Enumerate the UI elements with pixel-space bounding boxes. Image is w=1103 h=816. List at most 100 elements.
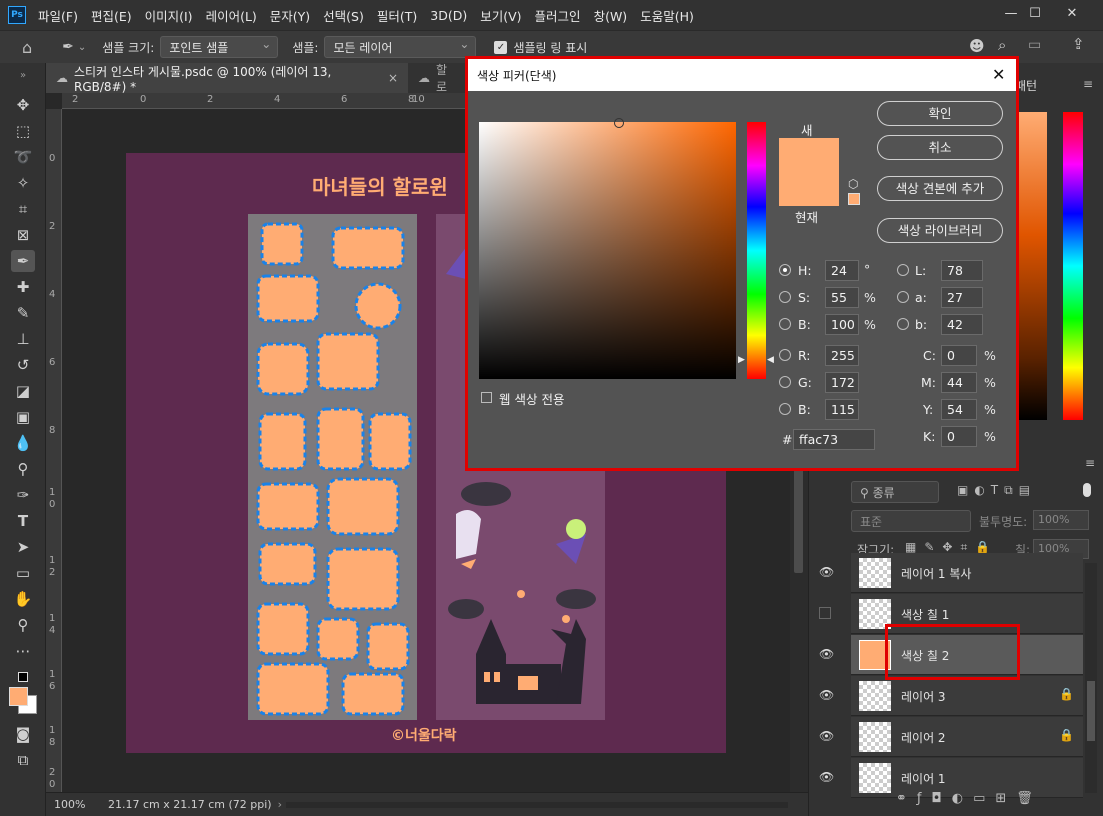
hand-tool-icon[interactable]: ✋	[11, 588, 35, 610]
menu-file[interactable]: 파일(F)	[38, 6, 78, 25]
magic-wand-tool-icon[interactable]: ✧	[11, 172, 35, 194]
brush-tool-icon[interactable]: ✎	[11, 302, 35, 324]
scroll-thumb[interactable]	[1087, 681, 1095, 741]
tab-document-active[interactable]: ☁ 스티커 인스타 게시물.psdc @ 100% (레이어 13, RGB/8…	[46, 63, 408, 94]
opacity-label: 불투명도:	[979, 515, 1028, 529]
visibility-toggle-empty[interactable]	[819, 607, 831, 619]
menu-type[interactable]: 문자(Y)	[270, 6, 310, 25]
minimize-icon[interactable]: —	[1001, 4, 1021, 24]
visibility-eye-icon[interactable]: 👁	[819, 729, 835, 743]
type-tool-icon[interactable]: T	[11, 510, 35, 532]
lock-icon: 🔒	[1059, 728, 1074, 742]
foreground-color-swatch[interactable]	[9, 687, 28, 706]
stamp-tool-icon[interactable]: ⊥	[11, 328, 35, 350]
sample-size-label: 샘플 크기:	[102, 40, 155, 55]
panel-menu-icon[interactable]: ≡	[1085, 456, 1095, 470]
vertical-ruler: 0 2 4 6 8 1 0 1 2 1 4 1 6 1 8 2 0	[46, 109, 62, 792]
color-panel-spectrum[interactable]	[1019, 112, 1047, 420]
layers-scrollbar[interactable]	[1085, 563, 1097, 793]
chevron-down-icon[interactable]: ⌄	[78, 42, 86, 53]
visibility-eye-icon[interactable]: 👁	[819, 565, 835, 579]
search-icon[interactable]: ⌕	[998, 36, 1006, 54]
rectangle-tool-icon[interactable]: ▭	[11, 562, 35, 584]
healing-brush-tool-icon[interactable]: ✚	[11, 276, 35, 298]
quick-mask-icon[interactable]: ◙	[11, 723, 35, 745]
history-brush-tool-icon[interactable]: ↺	[11, 354, 35, 376]
eyedropper-tool-icon[interactable]: ✒	[62, 39, 74, 55]
menu-image[interactable]: 이미지(I)	[145, 6, 193, 25]
collapse-icon[interactable]: »	[11, 65, 35, 87]
layer-thumbnail	[859, 558, 891, 588]
ruler-tick-label: 8	[49, 737, 56, 748]
filter-toggle-icon[interactable]	[1083, 483, 1091, 497]
pen-tool-icon[interactable]: ✑	[11, 484, 35, 506]
screen-mode-icon[interactable]: ⧉	[11, 749, 35, 771]
cloud-icon: ☁	[56, 71, 68, 85]
visibility-eye-icon[interactable]: 👁	[819, 647, 835, 661]
menu-view[interactable]: 보기(V)	[480, 6, 521, 25]
menu-window[interactable]: 창(W)	[594, 6, 628, 25]
show-ring-checkbox[interactable]: ✓	[494, 40, 508, 54]
zoom-tool-icon[interactable]: ⚲	[11, 614, 35, 636]
menu-layer[interactable]: 레이어(L)	[206, 6, 257, 25]
user-icon[interactable]: ☻	[969, 37, 985, 55]
ruler-tick-label: 1	[49, 487, 56, 498]
menu-edit[interactable]: 편집(E)	[91, 6, 132, 25]
ruler-tick-label: 4	[49, 289, 56, 300]
zoom-level[interactable]: 100%	[54, 798, 94, 811]
lasso-tool-icon[interactable]: ➰	[11, 146, 35, 168]
chevron-right-icon[interactable]: ›	[278, 798, 282, 811]
blend-mode-dropdown[interactable]: 표준	[851, 510, 971, 532]
path-selection-tool-icon[interactable]: ➤	[11, 536, 35, 558]
menu-select[interactable]: 선택(S)	[323, 6, 364, 25]
layer-row[interactable]: 👁 레이어 3 🔒	[819, 676, 1083, 716]
panel-menu-icon[interactable]: ≡	[1083, 77, 1093, 91]
menu-3d[interactable]: 3D(D)	[430, 8, 467, 23]
menu-filter[interactable]: 필터(T)	[377, 6, 417, 25]
ruler-tick-label: 2	[49, 767, 56, 778]
move-tool-icon[interactable]: ✥	[11, 94, 35, 116]
close-icon[interactable]: ✕	[1062, 4, 1082, 24]
layer-row[interactable]: 👁 레이어 2 🔒	[819, 717, 1083, 757]
sample-dropdown[interactable]: 모든 레이어	[324, 36, 477, 58]
workspace-icon[interactable]: ▭	[1028, 37, 1041, 53]
watermark: ©너울다락	[391, 728, 457, 744]
ruler-tick-label: 1	[49, 669, 56, 680]
layer-row[interactable]: 👁 레이어 1 복사	[819, 553, 1083, 593]
layer-actions-bar[interactable]: ⚭ƒ◘◐▭⊞🗑	[896, 791, 1043, 806]
frame-tool-icon[interactable]: ⊠	[11, 224, 35, 246]
color-panel-hue-bar[interactable]	[1063, 112, 1083, 420]
dodge-tool-icon[interactable]: ⚲	[11, 458, 35, 480]
layer-filter-dropdown[interactable]: ⚲ 종류	[851, 481, 939, 503]
share-icon[interactable]: ⇪	[1072, 35, 1085, 53]
eyedropper-tool-icon[interactable]: ✒	[11, 250, 35, 272]
sample-size-dropdown[interactable]: 포인트 샘플	[160, 36, 279, 58]
ruler-tick-label: 0	[49, 499, 56, 510]
menu-plugins[interactable]: 플러그인	[535, 6, 581, 25]
tab-label: 할로	[436, 63, 448, 94]
blur-tool-icon[interactable]: 💧	[11, 432, 35, 454]
visibility-eye-icon[interactable]: 👁	[819, 770, 835, 784]
ruler-tick-label: 0	[140, 94, 147, 105]
ruler-tick-label: 6	[49, 357, 56, 368]
more-tools-icon[interactable]: ⋯	[11, 640, 35, 662]
gradient-tool-icon[interactable]: ▣	[11, 406, 35, 428]
tab-label: 스티커 인스타 게시물.psdc @ 100% (레이어 13, RGB/8#)…	[74, 64, 332, 94]
eraser-tool-icon[interactable]: ◪	[11, 380, 35, 402]
crop-tool-icon[interactable]: ⌗	[11, 198, 35, 220]
visibility-eye-icon[interactable]: 👁	[819, 688, 835, 702]
sticker-sheet-selected[interactable]	[248, 214, 417, 720]
ruler-tick-label: 2	[49, 221, 56, 232]
home-icon[interactable]: ⌂	[22, 38, 32, 57]
default-colors-icon[interactable]	[18, 672, 28, 682]
horizontal-scrollbar[interactable]	[286, 802, 788, 808]
menu-help[interactable]: 도움말(H)	[640, 6, 694, 25]
menu-bar: Ps 파일(F) 편집(E) 이미지(I) 레이어(L) 문자(Y) 선택(S)…	[0, 0, 1103, 30]
maximize-icon[interactable]: ☐	[1025, 4, 1045, 24]
tab-close-icon[interactable]: ×	[388, 71, 398, 85]
layer-name: 레이어 3	[901, 690, 946, 704]
tab-document-2[interactable]: ☁ 할로	[408, 63, 468, 94]
marquee-tool-icon[interactable]: ⬚	[11, 120, 35, 142]
opacity-input[interactable]: 100%	[1033, 510, 1089, 530]
layer-filter-icons[interactable]: ▣◐T⧉▤	[957, 483, 1036, 498]
